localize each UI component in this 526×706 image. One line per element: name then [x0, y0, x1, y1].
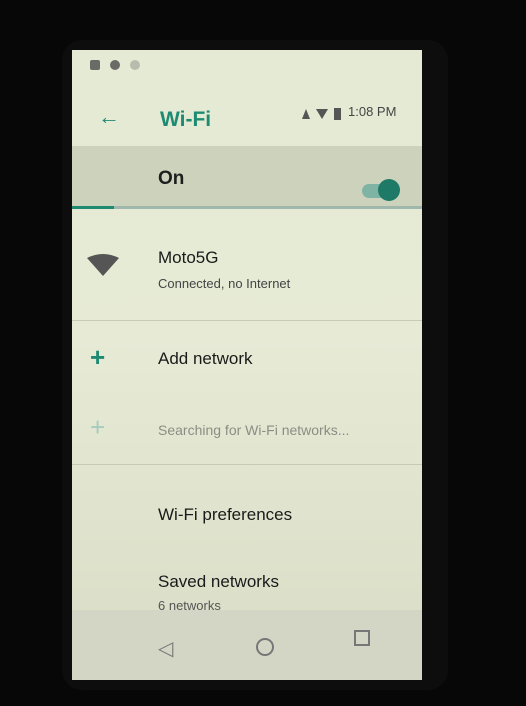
scan-progress-bar	[72, 206, 422, 209]
back-icon[interactable]: ◁	[158, 636, 173, 661]
progress-fill	[72, 206, 114, 209]
saved-networks-item[interactable]: Saved networks	[158, 572, 279, 592]
home-icon[interactable]	[256, 638, 274, 656]
arrow-left-icon[interactable]: ←	[98, 104, 120, 130]
wifi-preferences-item[interactable]: Wi-Fi preferences	[158, 505, 292, 525]
navigation-bar: ◁	[72, 610, 422, 680]
divider	[72, 320, 422, 321]
screen: 1:08 PM ← Wi-Fi On Moto5G Connected, no …	[72, 50, 422, 680]
add-network-label: Add network	[158, 349, 253, 368]
add-network-item[interactable]: + Add network	[72, 342, 422, 392]
network-status: Connected, no Internet	[158, 276, 291, 291]
page-title: Wi-Fi	[160, 108, 212, 131]
notification-icons	[90, 60, 140, 70]
status-bar	[72, 50, 422, 82]
recents-icon[interactable]	[354, 630, 370, 646]
wifi-master-toggle-row[interactable]: On	[72, 146, 422, 208]
toggle-label: On	[158, 168, 185, 189]
searching-item: + Searching for Wi-Fi networks...	[72, 412, 422, 452]
notification-b-icon	[110, 60, 120, 70]
wifi-icon	[87, 254, 119, 276]
plus-icon: +	[90, 412, 106, 442]
toggle-switch[interactable]	[378, 179, 400, 201]
divider	[72, 464, 422, 465]
app-bar: ← Wi-Fi	[72, 88, 422, 148]
network-name: Moto5G	[158, 248, 219, 267]
network-item[interactable]: Moto5G Connected, no Internet	[72, 238, 422, 314]
searching-label: Searching for Wi-Fi networks...	[158, 422, 350, 438]
notification-a-icon	[90, 60, 100, 70]
notification-c-icon	[130, 60, 140, 70]
plus-icon: +	[90, 342, 106, 372]
